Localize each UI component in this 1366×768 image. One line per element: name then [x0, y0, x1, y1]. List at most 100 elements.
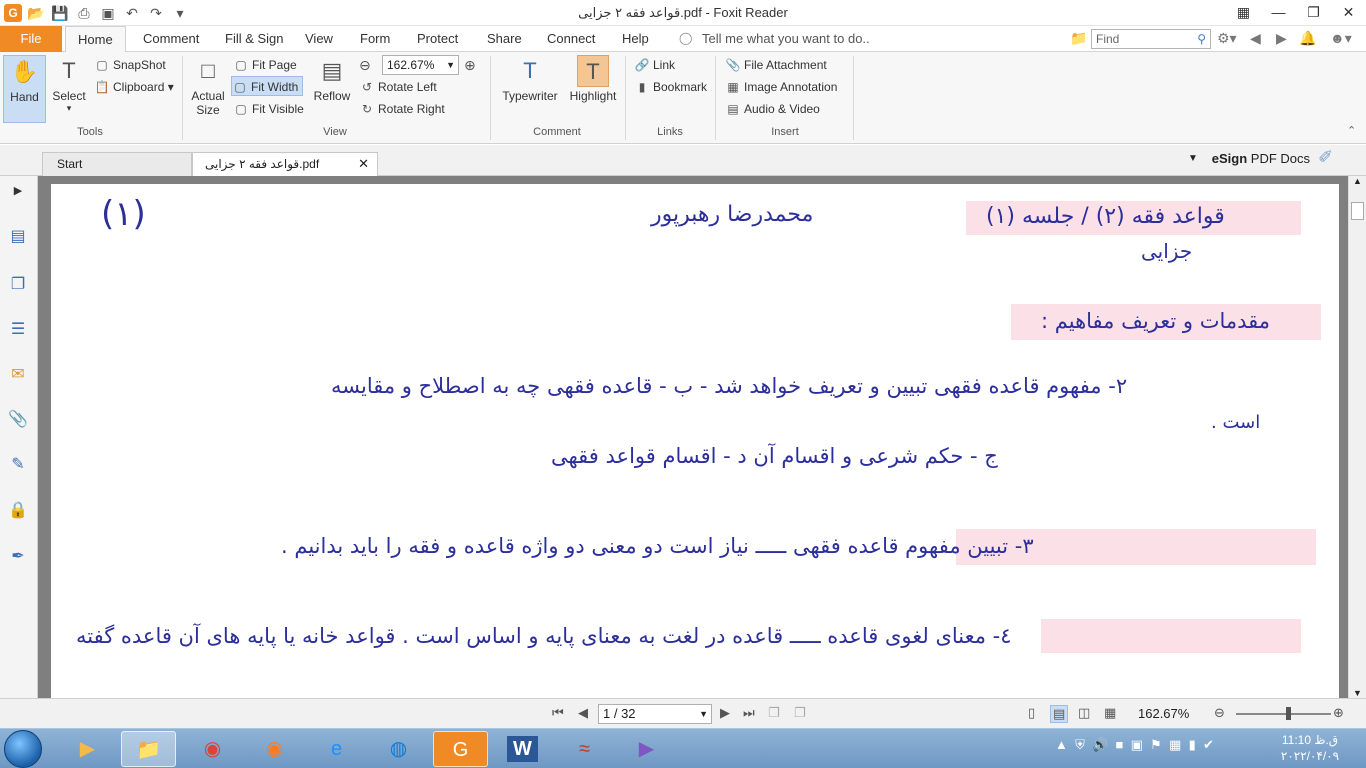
user-icon[interactable]: ☻▾	[1330, 30, 1352, 47]
tab-list-chevron-icon[interactable]: ▼	[1188, 153, 1198, 164]
link-button[interactable]: 🔗 Link	[634, 55, 676, 75]
audio-video-button[interactable]: ▤ Audio & Video	[725, 99, 820, 119]
bookmarks-icon[interactable]: ▤	[7, 226, 29, 248]
file-explorer-icon[interactable]: 📁	[121, 731, 176, 767]
tab-view[interactable]: View	[293, 26, 345, 52]
restore-button[interactable]: ❐	[1296, 0, 1331, 24]
typewriter-button[interactable]: T Typewriter	[498, 55, 562, 103]
chrome-icon[interactable]: ◉	[185, 731, 240, 767]
expand-pane-icon[interactable]: ▶	[7, 180, 29, 202]
pdf-page[interactable]: (۱) محمدرضا رهبرپور قواعد فقه (۲) / جلسه…	[51, 184, 1339, 698]
page-number-input[interactable]: 1 / 32 ▼	[598, 704, 712, 724]
network-icon[interactable]: ▲	[1055, 737, 1068, 752]
previous-page-icon[interactable]: ◀	[578, 705, 588, 721]
continuous-page-icon[interactable]: ▤	[1050, 705, 1069, 723]
select-tool-button[interactable]: T Select ▾	[48, 55, 90, 114]
layers-icon[interactable]: ☰	[7, 319, 29, 341]
zoom-slider-handle[interactable]	[1286, 707, 1291, 720]
visual-studio-icon[interactable]: ▶	[619, 731, 674, 767]
facing-page-icon[interactable]: ◫	[1078, 705, 1090, 721]
lock-icon[interactable]: 🔒	[7, 500, 29, 522]
device-icon[interactable]: ▦	[1169, 737, 1181, 752]
volume-icon[interactable]: 🔊	[1092, 737, 1108, 752]
tab-share[interactable]: Share	[475, 26, 534, 52]
tab-start[interactable]: Start	[42, 152, 192, 176]
monitor-icon[interactable]: ▣	[1131, 737, 1143, 752]
single-page-icon[interactable]: ▯	[1028, 705, 1035, 721]
first-page-icon[interactable]: ⏮	[552, 705, 564, 721]
zoom-out-icon[interactable]: ⊖	[359, 57, 371, 74]
signal-icon[interactable]: ▮	[1189, 737, 1196, 752]
fit-page-button[interactable]: ▢ Fit Page	[233, 55, 296, 75]
clipboard-button[interactable]: 📋 Clipboard ▾	[94, 77, 174, 97]
continuous-facing-icon[interactable]: ▦	[1104, 705, 1116, 721]
tab-fill-sign[interactable]: Fill & Sign	[213, 26, 296, 52]
close-button[interactable]: ✕	[1331, 0, 1366, 24]
bookmark-button[interactable]: ▮ Bookmark	[634, 77, 707, 97]
comments-icon[interactable]: ✉	[7, 364, 29, 386]
zoom-in-icon[interactable]: ⊕	[1333, 705, 1344, 721]
clock[interactable]: 11:10 ق.ظ ۲۰۲۲/۰۴/۰۹	[1280, 732, 1340, 764]
scrollbar-thumb[interactable]	[1351, 202, 1364, 220]
pages-icon[interactable]: ❐	[7, 274, 29, 296]
flag-icon[interactable]: ⚑	[1150, 737, 1162, 752]
app-icon[interactable]: ≈	[557, 731, 612, 767]
next-view-icon[interactable]: ❐	[794, 705, 806, 721]
ie-icon[interactable]: e	[309, 731, 364, 767]
tell-me-search[interactable]: Tell me what you want to do..	[702, 26, 870, 52]
fit-width-button[interactable]: ▢ Fit Width	[231, 76, 304, 96]
attachments-icon[interactable]: 📎	[7, 409, 29, 431]
next-result-icon[interactable]: ▶	[1276, 30, 1287, 47]
hand-tool-button[interactable]: ✋ Hand	[3, 55, 46, 123]
zoom-slider[interactable]	[1236, 713, 1331, 715]
bell-icon[interactable]: 🔔	[1299, 30, 1316, 47]
actual-size-button[interactable]: □ Actual Size	[188, 55, 228, 117]
reflow-button[interactable]: ▤ Reflow	[311, 55, 353, 103]
tab-home[interactable]: Home	[65, 26, 126, 53]
certificate-icon[interactable]: ✒	[7, 546, 29, 568]
tab-connect[interactable]: Connect	[535, 26, 607, 52]
firefox-icon[interactable]: ◉	[247, 731, 302, 767]
zoom-select[interactable]: 162.67% ▼	[382, 55, 459, 75]
tab-comment[interactable]: Comment	[131, 26, 211, 52]
word-icon[interactable]: W	[495, 731, 550, 767]
search-folder-icon[interactable]: 📁	[1070, 30, 1087, 47]
find-input[interactable]: Find ⚲	[1091, 29, 1211, 49]
last-page-icon[interactable]: ⏭	[743, 705, 755, 721]
tab-document[interactable]: قواعد فقه ۲ جزایی.pdf ✕	[192, 152, 378, 176]
scroll-down-icon[interactable]: ▼	[1353, 688, 1362, 698]
check-icon[interactable]: ✔	[1203, 737, 1214, 752]
layout-icon[interactable]: ▦	[1226, 0, 1261, 24]
search-icon[interactable]: ⚲	[1197, 30, 1206, 48]
tab-help[interactable]: Help	[610, 26, 661, 52]
highlight-button[interactable]: T Highlight	[566, 55, 620, 103]
tab-protect[interactable]: Protect	[405, 26, 470, 52]
gear-icon[interactable]: ⚙▾	[1217, 30, 1237, 47]
vertical-scrollbar[interactable]: ▲ ▼	[1348, 176, 1366, 698]
foxit-icon[interactable]: G	[433, 731, 488, 767]
snapshot-button[interactable]: ▢ SnapShot	[94, 55, 165, 75]
fit-visible-button[interactable]: ▢ Fit Visible	[233, 99, 303, 119]
image-annotation-button[interactable]: ▦ Image Annotation	[725, 77, 837, 97]
zoom-out-icon[interactable]: ⊖	[1214, 705, 1225, 721]
tab-form[interactable]: Form	[348, 26, 402, 52]
rotate-right-button[interactable]: ↻ Rotate Right	[359, 99, 445, 119]
security-icon[interactable]: ■	[1116, 737, 1124, 752]
signatures-icon[interactable]: ✎	[7, 454, 29, 476]
tab-file[interactable]: File	[0, 26, 62, 52]
minimize-button[interactable]: —	[1261, 0, 1296, 24]
edge-icon[interactable]: ◍	[371, 731, 426, 767]
next-page-icon[interactable]: ▶	[720, 705, 730, 721]
document-viewport[interactable]: (۱) محمدرضا رهبرپور قواعد فقه (۲) / جلسه…	[38, 176, 1348, 698]
esign-banner[interactable]: eSign PDF Docs	[1212, 151, 1310, 166]
close-icon[interactable]: ✕	[358, 153, 369, 175]
media-player-icon[interactable]: ▶	[60, 731, 115, 767]
file-attachment-button[interactable]: 📎 File Attachment	[725, 55, 827, 75]
rotate-left-button[interactable]: ↺ Rotate Left	[359, 77, 437, 97]
collapse-ribbon-icon[interactable]: ⌃	[1347, 124, 1356, 137]
zoom-in-icon[interactable]: ⊕	[464, 57, 476, 74]
start-button[interactable]	[4, 730, 42, 768]
shield-icon[interactable]: ⛨	[1075, 737, 1085, 752]
previous-view-icon[interactable]: ❐	[768, 705, 780, 721]
prev-result-icon[interactable]: ◀	[1250, 30, 1261, 47]
